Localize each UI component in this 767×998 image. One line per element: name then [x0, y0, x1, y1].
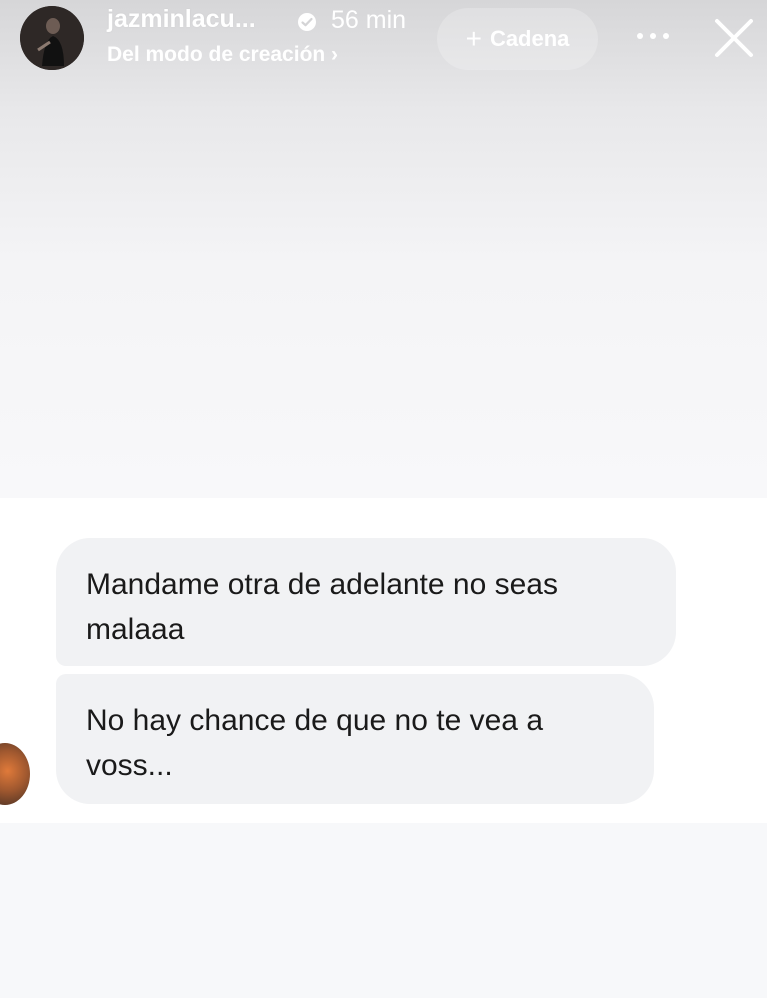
profile-avatar[interactable]: [20, 6, 84, 70]
verified-icon: [298, 13, 316, 31]
story-background-bottom: [0, 823, 767, 998]
message-bubble: Mandame otra de adelante no seas malaaa: [56, 538, 676, 666]
message-text: No hay chance de que no te vea a voss...: [86, 704, 544, 782]
sender-avatar: [0, 743, 30, 805]
creation-mode-link[interactable]: Del modo de creación ›: [107, 43, 338, 67]
message-bubble: No hay chance de que no te vea a voss...: [56, 674, 654, 804]
story-time: 56 min: [331, 6, 407, 34]
chain-button-label: Cadena: [489, 26, 570, 51]
more-icon[interactable]: [632, 26, 674, 46]
chain-button[interactable]: + Cadena: [437, 8, 598, 70]
close-icon[interactable]: [712, 16, 756, 60]
story-header: jazminlacu... 56 min Del modo de creació…: [0, 0, 767, 80]
plus-icon: +: [465, 23, 482, 54]
username[interactable]: jazminlacu...: [107, 5, 256, 34]
avatar-image: [20, 6, 84, 70]
dm-screenshot-panel: Mandame otra de adelante no seas malaaa …: [0, 498, 767, 823]
message-text: Mandame otra de adelante no seas malaaa: [86, 568, 558, 646]
